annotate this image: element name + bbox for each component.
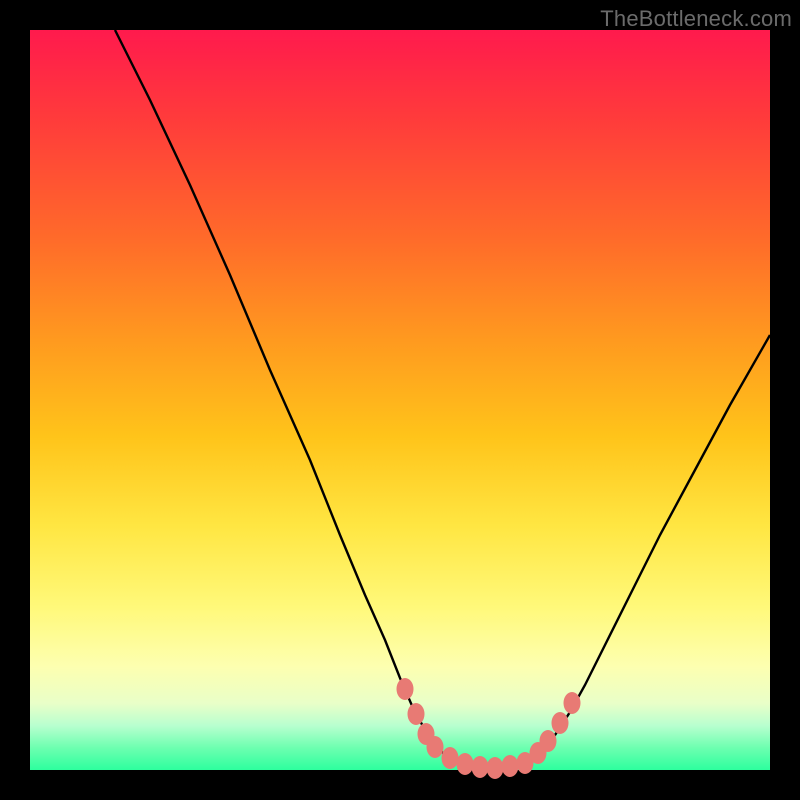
curve-marker (502, 755, 519, 777)
curve-marker (552, 712, 569, 734)
curve-marker (540, 730, 557, 752)
curve-right-branch (525, 335, 770, 764)
curve-marker (442, 747, 459, 769)
bottleneck-curve (30, 30, 770, 770)
curve-marker (487, 757, 504, 779)
curve-marker (397, 678, 414, 700)
curve-left-branch (115, 30, 465, 765)
curve-markers (397, 678, 581, 779)
plot-area (30, 30, 770, 770)
curve-marker (427, 736, 444, 758)
chart-frame: TheBottleneck.com (0, 0, 800, 800)
watermark-text: TheBottleneck.com (600, 6, 792, 32)
curve-marker (472, 756, 489, 778)
curve-marker (564, 692, 581, 714)
curve-marker (408, 703, 425, 725)
curve-marker (457, 753, 474, 775)
